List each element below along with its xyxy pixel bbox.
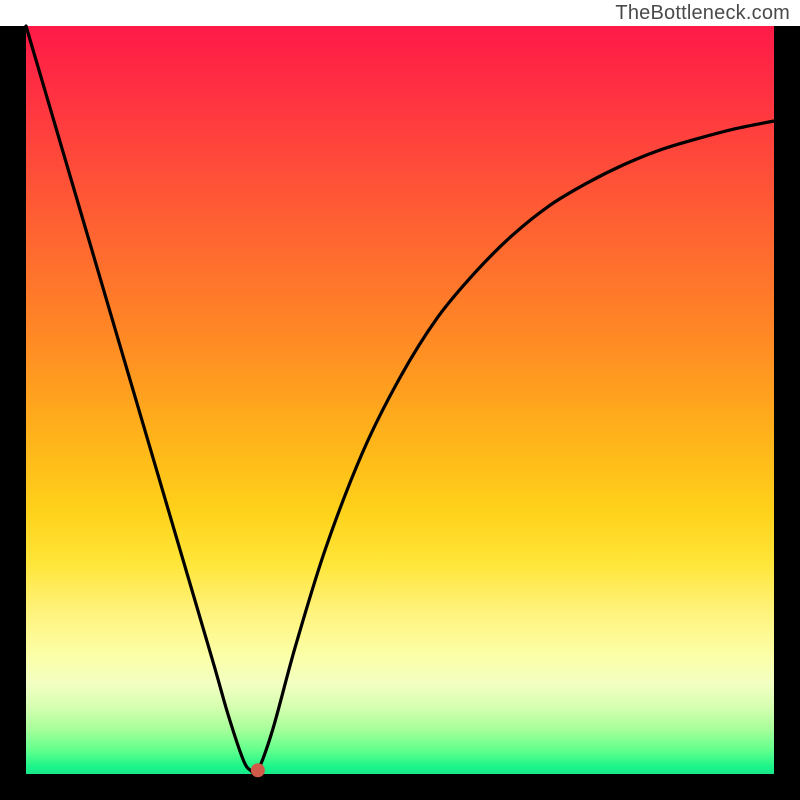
bottleneck-curve — [26, 26, 774, 774]
attribution-text: TheBottleneck.com — [615, 2, 790, 24]
chart-frame: TheBottleneck.com — [0, 0, 800, 800]
plot-area — [26, 26, 774, 774]
bottleneck-curve-svg — [26, 26, 774, 774]
attribution-bar: TheBottleneck.com — [0, 0, 800, 26]
optimum-marker — [251, 763, 265, 777]
